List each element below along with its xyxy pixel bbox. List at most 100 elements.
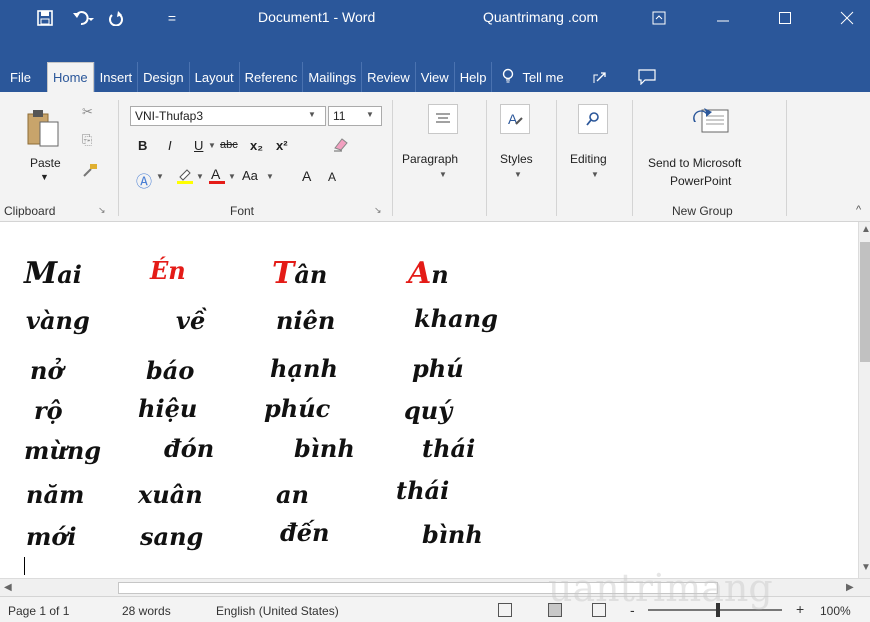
shrink-font-button[interactable]: A [328, 170, 336, 184]
font-group-label: Font [230, 204, 255, 218]
text-caret [24, 557, 25, 575]
change-case-button[interactable]: Aa [242, 168, 258, 183]
svg-text:A: A [211, 166, 221, 182]
styles-icon[interactable]: A [500, 104, 530, 134]
lyric-word: bình [294, 434, 355, 463]
watermark-text: uantrimang [548, 566, 773, 610]
close-icon[interactable] [832, 6, 862, 30]
tab-view[interactable]: View [414, 62, 454, 92]
cut-icon[interactable]: ✂ [82, 104, 93, 120]
lyric-word: an [276, 480, 309, 509]
search-icon[interactable] [578, 104, 608, 134]
font-name-select[interactable]: VNI-Thufap3 [130, 106, 326, 126]
dialog-launcher-icon[interactable]: ↘ [98, 205, 106, 216]
vertical-scrollbar[interactable]: ▲ ▼ [858, 222, 870, 578]
send-to-powerpoint-label-line2[interactable]: PowerPoint [670, 174, 731, 188]
highlight-dropdown-icon[interactable]: ▼ [196, 172, 204, 181]
collapse-ribbon-icon[interactable]: ^ [856, 204, 861, 216]
language-status[interactable]: English (United States) [216, 604, 339, 618]
tell-me-box[interactable]: Tell me [491, 62, 568, 92]
scroll-right-icon[interactable]: ▶ [846, 582, 854, 593]
tab-review[interactable]: Review [361, 62, 415, 92]
superscript-button[interactable]: x² [276, 138, 288, 153]
page-count[interactable]: Page 1 of 1 [8, 604, 69, 618]
underline-dropdown-icon[interactable]: ▼ [208, 141, 216, 150]
scroll-up-icon[interactable]: ▲ [861, 224, 870, 235]
paragraph-icon[interactable] [428, 104, 458, 134]
lyric-word: phú [412, 354, 464, 383]
subscript-button[interactable]: x₂ [250, 138, 263, 153]
change-case-dropdown-icon[interactable]: ▼ [266, 172, 274, 181]
lyric-word: Tân [272, 256, 327, 291]
tab-layout[interactable]: Layout [188, 62, 239, 92]
new-group-label: New Group [672, 204, 733, 218]
lyric-word: năm [26, 480, 85, 509]
paste-icon[interactable] [26, 108, 60, 155]
lyric-word: Én [150, 256, 186, 285]
comments-icon[interactable] [633, 62, 661, 92]
word-count[interactable]: 28 words [122, 604, 171, 618]
lyric-word: phúc [264, 394, 331, 423]
copy-icon[interactable]: ⎘ [82, 132, 92, 148]
vertical-scroll-thumb[interactable] [860, 242, 870, 362]
lyric-word: thái [396, 476, 450, 505]
zoom-level[interactable]: 100% [820, 604, 851, 618]
lyric-word: xuân [138, 480, 203, 509]
font-color-icon[interactable]: A [208, 166, 226, 187]
tab-mailings[interactable]: Mailings [302, 62, 361, 92]
styles-label[interactable]: Styles [500, 152, 533, 166]
redo-icon[interactable] [104, 8, 128, 28]
maximize-icon[interactable] [770, 6, 800, 30]
bold-button[interactable]: B [138, 138, 147, 153]
font-color-dropdown-icon[interactable]: ▼ [228, 172, 236, 181]
paste-label[interactable]: Paste [30, 156, 61, 170]
editing-label[interactable]: Editing [570, 152, 607, 166]
tab-insert[interactable]: Insert [93, 62, 138, 92]
text-effects-icon[interactable]: Ⓐ [136, 168, 152, 192]
paragraph-dropdown-icon[interactable]: ▼ [439, 170, 447, 179]
tab-file[interactable]: File [0, 62, 47, 92]
lyric-rest: ai [57, 260, 82, 289]
document-page[interactable]: Mai Én Tân An vàng về niên khang nở báo … [0, 222, 858, 578]
undo-icon[interactable] [68, 8, 98, 28]
italic-button[interactable]: I [168, 138, 172, 153]
tab-help[interactable]: Help [453, 62, 492, 92]
ribbon-tabs: File Home Insert Design Layout Referenc … [0, 62, 870, 92]
grow-font-button[interactable]: A [302, 168, 311, 184]
minimize-icon[interactable] [708, 6, 738, 30]
save-icon[interactable] [34, 8, 56, 28]
document-title: Document1 - Word [258, 9, 376, 25]
highlight-icon[interactable] [176, 166, 194, 187]
clear-formatting-icon[interactable] [332, 136, 350, 155]
scroll-left-icon[interactable]: ◀ [4, 582, 12, 593]
paste-dropdown-icon[interactable]: ▼ [40, 172, 49, 182]
lyric-word: hiệu [138, 394, 198, 423]
underline-button[interactable]: U [194, 138, 203, 153]
editing-dropdown-icon[interactable]: ▼ [591, 170, 599, 179]
ribbon-display-options-icon[interactable] [644, 6, 674, 30]
styles-dropdown-icon[interactable]: ▼ [514, 170, 522, 179]
tab-references[interactable]: Referenc [238, 62, 303, 92]
lyric-word: vàng [26, 306, 90, 335]
share-icon[interactable] [587, 62, 613, 92]
lyric-word: nở [30, 356, 64, 385]
tab-home[interactable]: Home [46, 62, 94, 92]
send-to-powerpoint-icon[interactable] [692, 104, 732, 141]
lyric-word: báo [146, 356, 195, 385]
strikethrough-button[interactable]: abc [220, 139, 238, 151]
scroll-down-icon[interactable]: ▼ [861, 562, 870, 573]
lyric-rest: n [431, 260, 449, 289]
format-painter-icon[interactable] [82, 162, 98, 181]
tab-design[interactable]: Design [137, 62, 188, 92]
send-to-powerpoint-label-line1[interactable]: Send to Microsoft [648, 156, 741, 170]
paragraph-label[interactable]: Paragraph [402, 152, 458, 166]
zoom-in-button[interactable]: + [796, 601, 804, 617]
lyric-word: bình [422, 520, 483, 549]
lyric-word: đón [164, 434, 215, 463]
font-size-dropdown-icon[interactable]: ▼ [366, 110, 374, 119]
customize-quick-access-icon[interactable]: = [162, 8, 182, 28]
font-name-dropdown-icon[interactable]: ▼ [308, 110, 316, 119]
read-mode-icon[interactable] [498, 603, 512, 617]
font-dialog-launcher-icon[interactable]: ↘ [374, 205, 382, 216]
text-effects-dropdown-icon[interactable]: ▼ [156, 172, 164, 181]
